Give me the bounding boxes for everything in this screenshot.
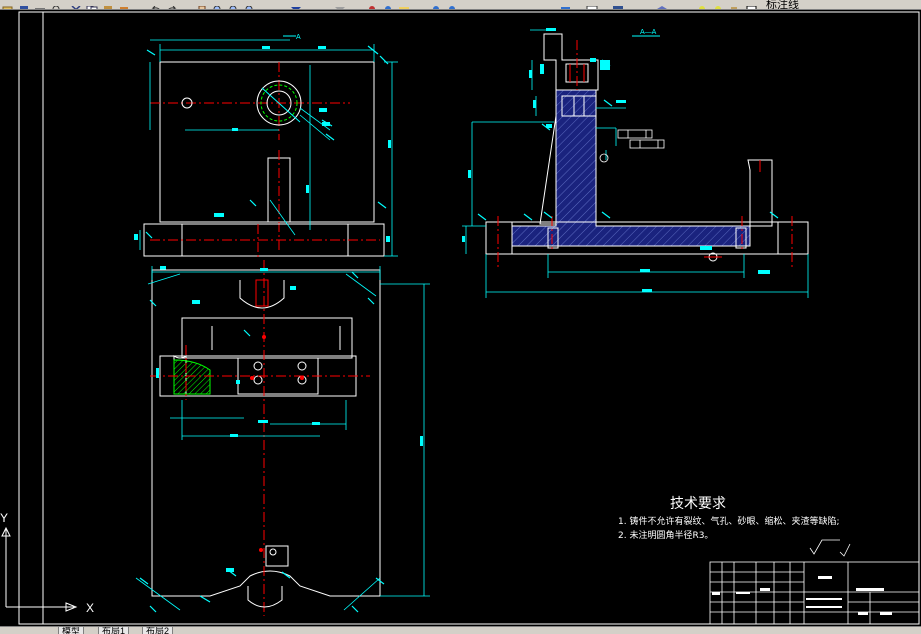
preview-icon[interactable]: [50, 0, 62, 9]
view-label-a: A: [296, 34, 301, 41]
layer-dropdown-value[interactable]: 标注线: [766, 0, 799, 9]
tech-requirements-title: 技术要求: [670, 496, 726, 512]
layer-freeze-icon[interactable]: [712, 0, 724, 9]
block-icon[interactable]: [612, 0, 624, 9]
tech-requirement-line-2: 2. 未注明圆角半径R3。: [618, 531, 714, 541]
section-view-dim-marks: [462, 28, 770, 292]
geometric-tolerance-frames: [599, 129, 665, 163]
tech-requirement-line-1: 1. 铸件不允许有裂纹、气孔、砂眼、缩松、夹渣等缺陷;: [618, 517, 840, 527]
save-icon[interactable]: [18, 0, 30, 9]
ucs-icon: X Y: [0, 511, 94, 615]
roughness-symbol: [809, 539, 851, 557]
standard-toolbar: 标注线: [0, 0, 921, 10]
layers-icon[interactable]: [656, 0, 668, 9]
zoom-window-icon[interactable]: [228, 0, 240, 9]
pan-icon[interactable]: [196, 0, 208, 9]
ucs-x-label: X: [86, 601, 94, 615]
tool-palette-icon[interactable]: [366, 0, 378, 9]
open-icon[interactable]: [2, 0, 14, 9]
top-view-dim-marks: [134, 46, 391, 270]
layer-state-icon[interactable]: [430, 0, 442, 9]
top-view: [143, 61, 385, 260]
ucs-y-label: Y: [0, 511, 8, 525]
front-view-dim-marks: [156, 268, 423, 572]
drawing-border: [18, 11, 920, 625]
section-label: A—A: [640, 29, 657, 36]
section-view-arrows: [477, 59, 779, 221]
front-view-arrows: [139, 271, 385, 613]
top-view-arrows: [145, 45, 389, 239]
layer-on-icon[interactable]: [696, 0, 708, 9]
zoom-previous-icon[interactable]: [244, 0, 256, 9]
section-view-dimensions: [462, 29, 809, 298]
properties-icon[interactable]: [290, 0, 302, 9]
layer-color-swatch-icon[interactable]: [746, 0, 758, 9]
section-view: [485, 33, 809, 268]
zoom-realtime-icon[interactable]: [212, 0, 224, 9]
paste-icon[interactable]: [102, 0, 114, 9]
layer-manager-icon[interactable]: [398, 0, 410, 9]
print-icon[interactable]: [34, 0, 46, 9]
copy-icon[interactable]: [86, 0, 98, 9]
redo-icon[interactable]: [166, 0, 178, 9]
drawing-canvas[interactable]: A A—A X Y: [0, 10, 921, 626]
design-center-icon[interactable]: [334, 0, 346, 9]
layer-color-icon[interactable]: [446, 0, 458, 9]
front-view: [150, 260, 381, 616]
match-icon[interactable]: [118, 0, 130, 9]
layer-previous-icon[interactable]: [560, 0, 572, 9]
grid-icon[interactable]: [586, 0, 598, 9]
cut-icon[interactable]: [70, 0, 82, 9]
help-icon[interactable]: [382, 0, 394, 9]
section-label-group: A—A: [632, 29, 660, 37]
layer-lock-icon[interactable]: [728, 0, 740, 9]
undo-icon[interactable]: [150, 0, 162, 9]
